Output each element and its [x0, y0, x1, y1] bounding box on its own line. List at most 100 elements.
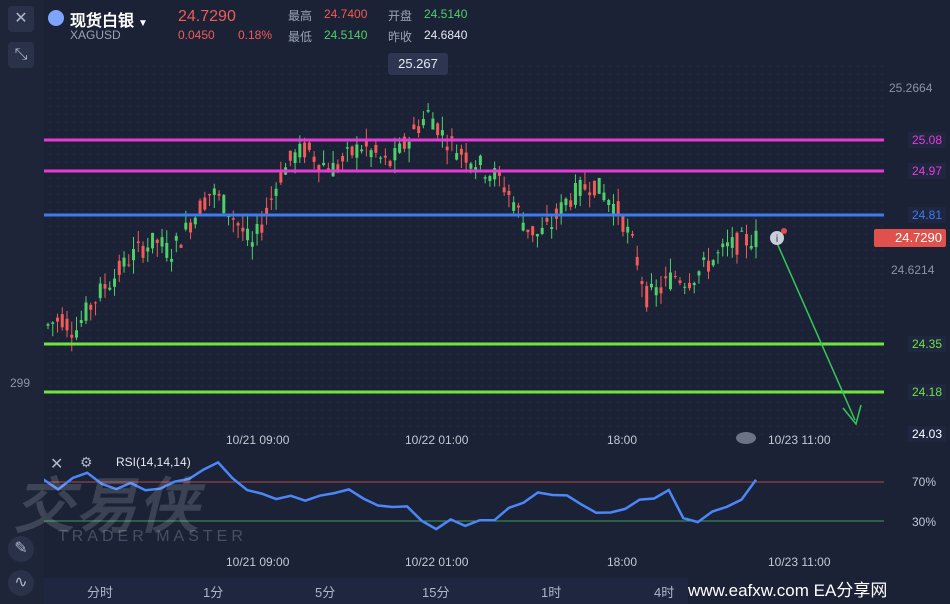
candle-body [464, 152, 468, 163]
candle-body [298, 143, 302, 158]
candle-body [502, 187, 506, 193]
candle-body [483, 177, 487, 179]
candle-body [336, 164, 340, 171]
candle-body [388, 160, 392, 167]
candle-body [345, 147, 349, 149]
open-label: 开盘 [388, 9, 413, 23]
level-tag[interactable]: 24.81 [907, 207, 946, 223]
candle-body [516, 205, 520, 208]
price-axis-label-left: 299 [10, 376, 31, 390]
timeframe-tab[interactable]: 5分 [315, 582, 335, 601]
candle-body [117, 260, 121, 275]
candle-body [588, 192, 592, 196]
level-tag[interactable]: 24.97 [907, 163, 946, 179]
price-axis-label: 25.2664 [889, 81, 933, 95]
candle-body [721, 243, 725, 248]
candle-body [350, 146, 354, 156]
candle-body [265, 207, 269, 214]
candle-body [103, 284, 107, 289]
candle-body [687, 282, 691, 289]
candle-body [540, 227, 544, 235]
candle-body [569, 200, 573, 207]
low-label: 最低 [288, 30, 313, 44]
candle-body [436, 123, 440, 136]
candle-body [369, 150, 373, 158]
candle-body [132, 249, 136, 261]
candle-body [711, 260, 715, 266]
candle-body [749, 245, 753, 249]
info-icon-glyph: i [776, 234, 779, 245]
candle-body [754, 230, 758, 248]
low-value: 24.5140 [324, 28, 368, 42]
timeframe-tab[interactable]: 4时 [654, 582, 674, 601]
candle-body [740, 230, 744, 232]
candle-body [250, 242, 254, 247]
candle-body [151, 232, 155, 249]
candle-body [550, 227, 554, 230]
candle-body [51, 322, 55, 324]
candle-body [407, 141, 411, 149]
level-tag[interactable]: 25.08 [907, 132, 946, 148]
candle-body [307, 142, 311, 150]
indicator-icon[interactable]: ∿ [8, 570, 34, 596]
candle-body [170, 258, 174, 262]
collapse-icon[interactable]: ⤡ [8, 42, 34, 68]
level-tag[interactable]: 24.03 [907, 426, 946, 442]
candle-body [744, 234, 748, 246]
candle-body [198, 200, 202, 216]
timeframe-tab[interactable]: 分时 [87, 582, 113, 601]
candle-body [393, 148, 397, 161]
candle-body [573, 183, 577, 205]
timeframe-tab[interactable]: 1分 [203, 582, 223, 601]
candle-body [421, 118, 425, 126]
candle-body [535, 234, 539, 237]
candle-body [141, 245, 145, 258]
candle-body [79, 320, 83, 323]
candle-body [478, 155, 482, 166]
candle-body [597, 177, 601, 194]
candle-body [626, 226, 630, 233]
candle-body [113, 278, 117, 287]
candle-body [279, 171, 283, 183]
timeframe-tab[interactable]: 15分 [422, 582, 449, 601]
time-marker-icon[interactable] [736, 432, 756, 444]
candle-body [602, 192, 606, 201]
candle-body [706, 260, 710, 272]
alert-dot [781, 228, 787, 234]
candle-body [702, 257, 706, 260]
candle-body [212, 188, 216, 195]
candle-body [70, 334, 74, 338]
candle-body [379, 157, 383, 159]
dropdown-caret-icon[interactable]: ▼ [138, 18, 148, 29]
candle-body [60, 314, 64, 328]
candle-body [146, 247, 150, 252]
candle-body [526, 229, 530, 233]
rsi-time-axis-label: 18:00 [607, 555, 638, 569]
candle-body [98, 283, 102, 299]
candle-body [630, 233, 634, 236]
candle-body [241, 227, 245, 232]
candle-body [398, 143, 402, 153]
candle-body [583, 184, 587, 190]
level-tag[interactable]: 24.18 [907, 384, 946, 400]
candle-body [578, 180, 582, 196]
current-price: 24.7290 [178, 8, 236, 25]
candle-body [697, 271, 701, 276]
candle-body [621, 216, 625, 232]
candle-body [426, 109, 430, 112]
site-credit: www.eafxw.com EA分享网 [688, 578, 950, 604]
candle-body [269, 198, 273, 200]
rsi-level-high: 70% [912, 475, 937, 489]
candle-body [89, 304, 93, 310]
candle-body [56, 317, 60, 322]
time-axis-label: 18:00 [607, 433, 638, 447]
close-icon[interactable]: ✕ [8, 6, 34, 32]
timeframe-tab[interactable]: 1时 [541, 582, 561, 601]
price-change: 0.0450 [178, 28, 215, 42]
candle-body [592, 180, 596, 196]
level-tag[interactable]: 24.35 [907, 336, 946, 352]
candle-body [312, 156, 316, 162]
candle-body [179, 244, 183, 248]
candle-body [231, 218, 235, 220]
candle-body [174, 235, 178, 241]
